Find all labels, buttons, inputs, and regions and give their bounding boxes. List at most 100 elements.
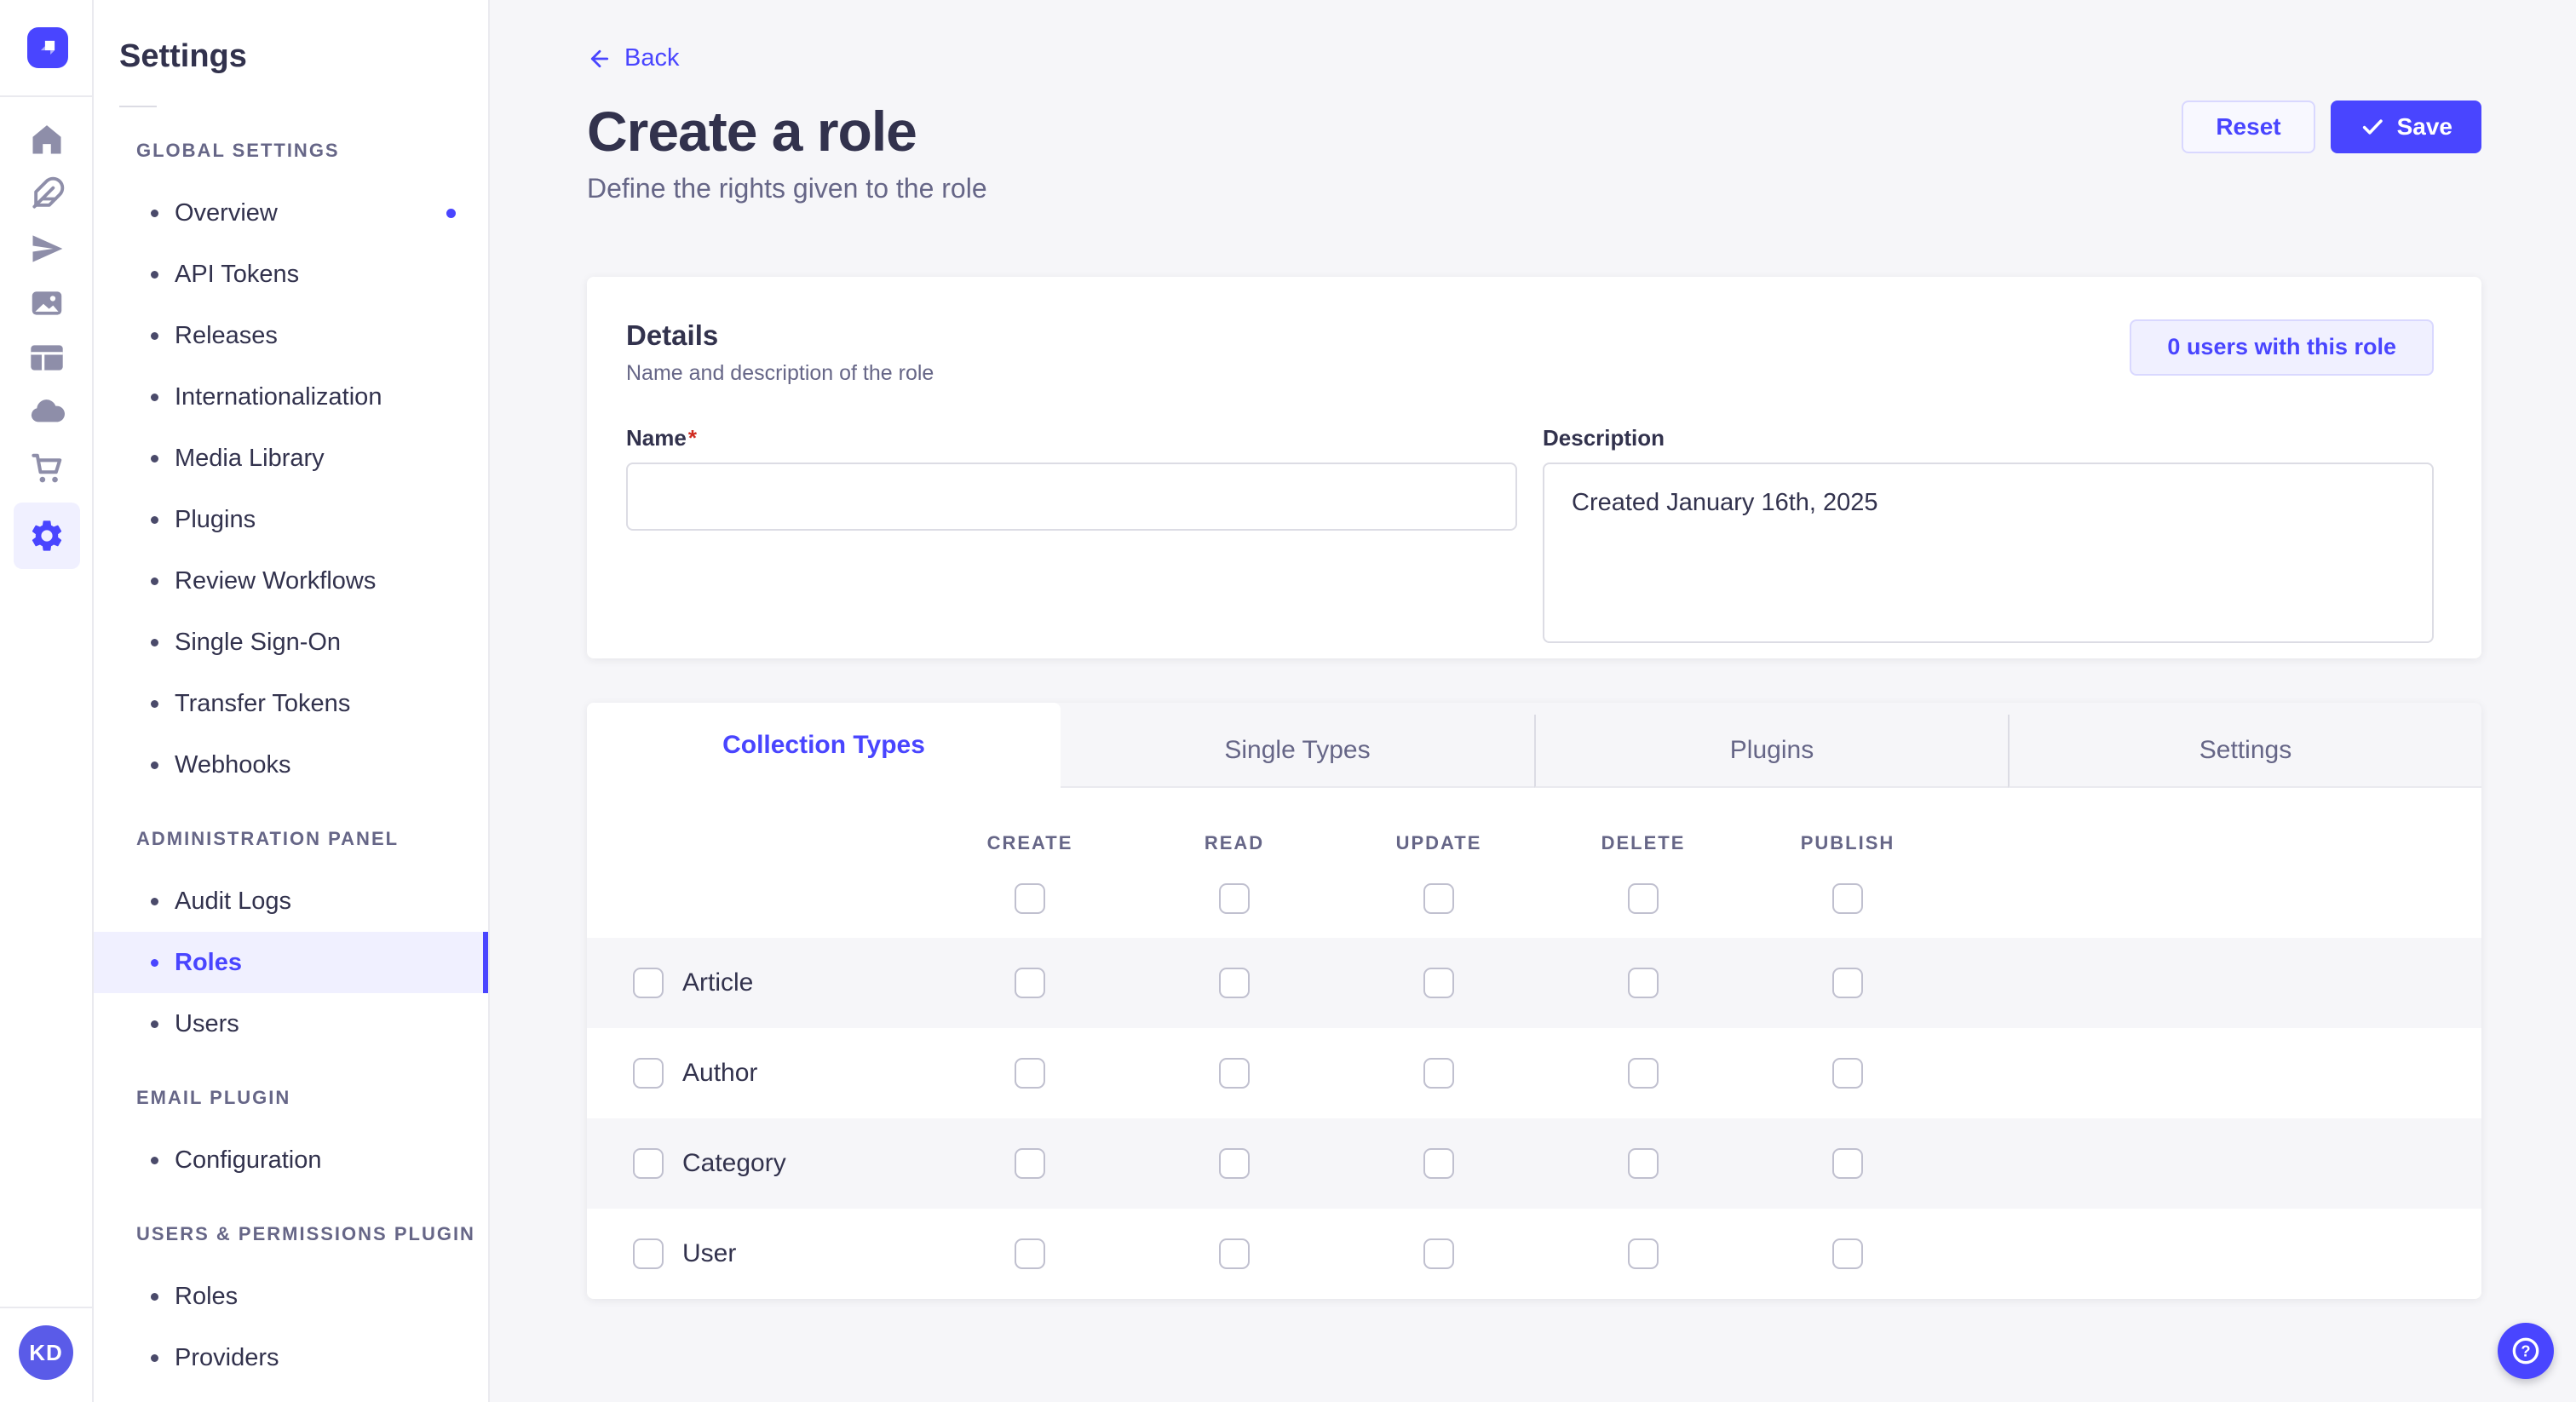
strapi-logo[interactable] <box>27 27 68 68</box>
question-mark-icon: ? <box>2509 1334 2543 1368</box>
category-publish-checkbox[interactable] <box>1832 1148 1863 1179</box>
reset-button[interactable]: Reset <box>2182 101 2314 153</box>
sidebar-item-review-workflows[interactable]: Review Workflows <box>94 550 488 612</box>
author-create-checkbox[interactable] <box>1015 1058 1045 1089</box>
rail-divider <box>0 1307 94 1308</box>
sidebar-item-configuration[interactable]: Configuration <box>94 1129 488 1191</box>
back-link[interactable]: Back <box>587 44 679 72</box>
tab-collection-types[interactable]: Collection Types <box>587 703 1061 788</box>
name-label: Name* <box>626 425 1517 451</box>
author-delete-checkbox[interactable] <box>1628 1058 1659 1089</box>
select-all-publish-checkbox[interactable] <box>1832 883 1863 914</box>
sidebar-item-media-library[interactable]: Media Library <box>94 428 488 489</box>
category-read-checkbox[interactable] <box>1219 1148 1250 1179</box>
sidebar-item-roles-up[interactable]: Roles <box>94 1266 488 1327</box>
table-row-user: User <box>587 1209 2481 1299</box>
row-label: Author <box>682 1059 757 1088</box>
section-administration-panel: ADMINISTRATION PANEL Audit Logs Roles Us… <box>94 826 488 1054</box>
sidebar-item-internationalization[interactable]: Internationalization <box>94 366 488 428</box>
settings-sidebar: Settings GLOBAL SETTINGS Overview API To… <box>94 0 490 1402</box>
bullet <box>151 271 158 279</box>
users-with-role-button[interactable]: 0 users with this role <box>2130 319 2434 376</box>
category-delete-checkbox[interactable] <box>1628 1148 1659 1179</box>
bullet <box>151 210 158 217</box>
author-read-checkbox[interactable] <box>1219 1058 1250 1089</box>
sidebar-item-webhooks[interactable]: Webhooks <box>94 734 488 796</box>
select-all-update-checkbox[interactable] <box>1423 883 1454 914</box>
row-select-author-checkbox[interactable] <box>633 1058 664 1089</box>
feather-icon[interactable] <box>13 175 81 213</box>
article-update-checkbox[interactable] <box>1423 968 1454 998</box>
arrow-left-icon <box>587 46 612 72</box>
description-label: Description <box>1543 425 2434 451</box>
table-row-category: Category <box>587 1118 2481 1209</box>
bullet <box>151 577 158 585</box>
avatar[interactable]: KD <box>19 1325 73 1380</box>
column-header-create: CREATE <box>928 832 1132 854</box>
author-update-checkbox[interactable] <box>1423 1058 1454 1089</box>
help-button[interactable]: ? <box>2498 1323 2554 1379</box>
column-header-delete: DELETE <box>1541 832 1745 854</box>
name-input[interactable] <box>626 463 1517 531</box>
bullet <box>151 332 158 340</box>
tab-plugins[interactable]: Plugins <box>1534 715 2008 788</box>
sidebar-item-overview[interactable]: Overview <box>94 182 488 244</box>
article-read-checkbox[interactable] <box>1219 968 1250 998</box>
row-select-user-checkbox[interactable] <box>633 1238 664 1269</box>
user-create-checkbox[interactable] <box>1015 1238 1045 1269</box>
section-users-permissions-plugin: USERS & PERMISSIONS PLUGIN Roles Provide… <box>94 1221 488 1388</box>
sidebar-item-transfer-tokens[interactable]: Transfer Tokens <box>94 673 488 734</box>
details-card: Details Name and description of the role… <box>587 277 2481 658</box>
save-button[interactable]: Save <box>2331 101 2481 153</box>
header-actions: Reset Save <box>2182 101 2481 153</box>
row-label: User <box>682 1239 736 1268</box>
select-all-delete-checkbox[interactable] <box>1628 883 1659 914</box>
gear-icon[interactable] <box>14 503 80 569</box>
icon-rail: KD <box>0 0 94 1402</box>
sidebar-item-audit-logs[interactable]: Audit Logs <box>94 871 488 932</box>
article-delete-checkbox[interactable] <box>1628 968 1659 998</box>
user-update-checkbox[interactable] <box>1423 1238 1454 1269</box>
sidebar-item-api-tokens[interactable]: API Tokens <box>94 244 488 305</box>
bullet <box>151 1020 158 1028</box>
bullet <box>151 700 158 708</box>
article-publish-checkbox[interactable] <box>1832 968 1863 998</box>
name-field-group: Name* <box>626 425 1517 647</box>
article-create-checkbox[interactable] <box>1015 968 1045 998</box>
description-textarea[interactable]: Created January 16th, 2025 <box>1543 463 2434 643</box>
sidebar-item-plugins[interactable]: Plugins <box>94 489 488 550</box>
category-create-checkbox[interactable] <box>1015 1148 1045 1179</box>
media-library-icon[interactable] <box>13 284 81 322</box>
sidebar-item-single-sign-on[interactable]: Single Sign-On <box>94 612 488 673</box>
home-icon[interactable] <box>13 121 81 158</box>
description-field-group: Description Created January 16th, 2025 <box>1543 425 2434 647</box>
select-all-create-checkbox[interactable] <box>1015 883 1045 914</box>
tab-settings[interactable]: Settings <box>2008 715 2481 788</box>
user-publish-checkbox[interactable] <box>1832 1238 1863 1269</box>
bullet <box>151 1293 158 1301</box>
user-delete-checkbox[interactable] <box>1628 1238 1659 1269</box>
sidebar-item-users[interactable]: Users <box>94 993 488 1054</box>
user-read-checkbox[interactable] <box>1219 1238 1250 1269</box>
main-content: Back Create a role Define the rights giv… <box>490 0 2576 1402</box>
select-all-read-checkbox[interactable] <box>1219 883 1250 914</box>
layout-icon[interactable] <box>13 339 81 376</box>
sidebar-item-providers[interactable]: Providers <box>94 1327 488 1388</box>
details-fields: Name* Description Created January 16th, … <box>626 425 2434 647</box>
author-publish-checkbox[interactable] <box>1832 1058 1863 1089</box>
bullet <box>151 1157 158 1164</box>
paper-plane-icon[interactable] <box>13 230 81 267</box>
row-select-category-checkbox[interactable] <box>633 1148 664 1179</box>
cart-icon[interactable] <box>13 448 81 486</box>
sidebar-item-roles-admin[interactable]: Roles <box>94 932 488 993</box>
section-label: USERS & PERMISSIONS PLUGIN <box>136 1221 488 1247</box>
section-label: GLOBAL SETTINGS <box>136 138 488 164</box>
column-header-read: READ <box>1132 832 1337 854</box>
section-email-plugin: EMAIL PLUGIN Configuration <box>94 1085 488 1191</box>
tab-single-types[interactable]: Single Types <box>1061 715 1534 788</box>
section-global-settings: GLOBAL SETTINGS Overview API Tokens Rele… <box>94 138 488 796</box>
category-update-checkbox[interactable] <box>1423 1148 1454 1179</box>
cloud-icon[interactable] <box>13 394 81 431</box>
sidebar-item-releases[interactable]: Releases <box>94 305 488 366</box>
row-select-article-checkbox[interactable] <box>633 968 664 998</box>
